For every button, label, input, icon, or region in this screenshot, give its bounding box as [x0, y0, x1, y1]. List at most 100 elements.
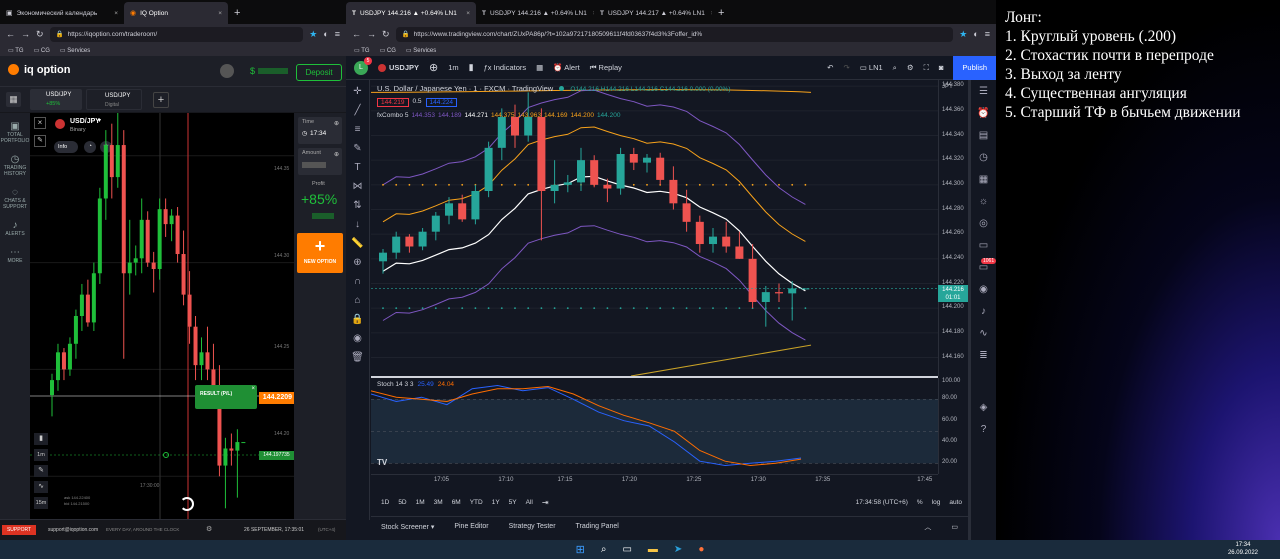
- gear-icon[interactable]: ⚙: [206, 525, 212, 533]
- telegram-icon[interactable]: ➤: [674, 544, 682, 555]
- strategy-tester-tab[interactable]: Strategy Tester: [509, 523, 556, 530]
- lock-drawings-icon[interactable]: ⌂: [346, 295, 369, 314]
- eye-icon[interactable]: ◉: [346, 333, 369, 352]
- avatar[interactable]: [220, 64, 234, 78]
- browser-tab-active[interactable]: T USDJPY 144.216 ▲ +0.64% LN1 ×: [346, 2, 476, 24]
- pulse-icon[interactable]: ∿: [971, 328, 996, 350]
- pattern-icon[interactable]: ⋈: [346, 181, 369, 200]
- grid-menu-icon[interactable]: ▦: [6, 92, 21, 107]
- log-scale-button[interactable]: log: [932, 499, 941, 506]
- amount-input[interactable]: Amount ⊕: [298, 148, 342, 175]
- indicators-button[interactable]: ∿: [34, 481, 48, 493]
- sidebar-item-history[interactable]: ◷ TRADING HISTORY: [0, 154, 30, 177]
- system-clock[interactable]: 17:34 26.09.2022: [1228, 541, 1258, 557]
- address-input[interactable]: 🔒 https://iqoption.com/traderoom/: [49, 26, 304, 42]
- bookmark-folder[interactable]: ▭ Services: [406, 47, 436, 54]
- back-icon[interactable]: ←: [6, 29, 15, 39]
- new-tab-button[interactable]: +: [712, 2, 730, 24]
- bookmark-folder[interactable]: ▭ Services: [60, 47, 90, 54]
- forward-icon[interactable]: →: [21, 29, 30, 39]
- ruler-icon[interactable]: 📏: [346, 238, 369, 257]
- stepper-icon[interactable]: ⊕: [334, 120, 339, 127]
- stock-screener-tab[interactable]: Stock Screener ▾: [381, 523, 434, 531]
- range-button[interactable]: 3M: [434, 499, 443, 506]
- firefox-icon[interactable]: ●: [698, 544, 704, 555]
- broadcast-icon[interactable]: ◉: [971, 284, 996, 306]
- chart-type-button[interactable]: ▮: [34, 433, 48, 445]
- sidebar-item-alerts[interactable]: ♪ ALERTS: [0, 220, 30, 237]
- compare-plus-icon[interactable]: ⊕: [429, 61, 438, 74]
- balance-value[interactable]: $: [250, 66, 255, 76]
- collapse-panel-icon[interactable]: ︿: [924, 522, 931, 532]
- auto-scale-button[interactable]: auto: [949, 499, 962, 506]
- alerts-icon[interactable]: ⏰: [971, 108, 996, 130]
- prediction-icon[interactable]: ⇅: [346, 200, 369, 219]
- publish-button[interactable]: Publish: [953, 55, 996, 80]
- bookmark-folder[interactable]: ▭ CG: [34, 47, 50, 54]
- stepper-icon[interactable]: ⊕: [334, 151, 339, 158]
- menu-icon[interactable]: ≡: [985, 29, 990, 39]
- close-icon[interactable]: ×: [460, 10, 470, 17]
- new-tab-button[interactable]: +: [228, 2, 246, 24]
- bid-box[interactable]: 144.219: [377, 98, 409, 107]
- gear-icon[interactable]: ⚙: [907, 63, 914, 72]
- stoch-axis[interactable]: 100.00 80.00 60.00 40.00 20.00: [938, 378, 968, 474]
- asset-tab-active[interactable]: USD/JPY +85%: [30, 89, 82, 110]
- extension-icon[interactable]: ◐: [973, 29, 978, 39]
- range-button[interactable]: YTD: [470, 499, 483, 506]
- new-option-button[interactable]: + NEW OPTION: [297, 233, 343, 273]
- sidebar-item-portfolio[interactable]: ▣ TOTAL PORTFOLIO: [0, 121, 30, 144]
- range-button[interactable]: All: [526, 499, 533, 506]
- bookmark-star-icon[interactable]: ★: [959, 29, 967, 40]
- draw-button[interactable]: ✎: [34, 465, 48, 477]
- asset-tab[interactable]: USD/JPY Digital: [86, 89, 142, 110]
- extension-icon[interactable]: ◐: [323, 29, 328, 39]
- indicators-button[interactable]: ƒx Indicators: [484, 63, 527, 72]
- fib-icon[interactable]: ≡: [346, 124, 369, 143]
- support-button[interactable]: SUPPORT: [2, 525, 36, 535]
- close-icon[interactable]: ×: [587, 10, 594, 17]
- interval-button[interactable]: 1m: [448, 63, 458, 72]
- tv-stoch-pane[interactable]: Stoch 14 3 3 25.49 24.04 TV: [371, 378, 938, 474]
- trading-panel-tab[interactable]: Trading Panel: [576, 523, 619, 530]
- add-asset-button[interactable]: +: [153, 92, 169, 108]
- price-axis[interactable]: JPY 144.380 144.360 144.340 144.320 144.300 1…: [938, 80, 968, 376]
- bookmark-star-icon[interactable]: ★: [309, 29, 317, 40]
- dom-icon[interactable]: ≣: [971, 350, 996, 372]
- pine-editor-tab[interactable]: Pine Editor: [454, 523, 488, 530]
- address-input[interactable]: 🔒 https://www.tradingview.com/chart/ZUxPA…: [395, 26, 954, 42]
- alert-button[interactable]: ⏰ Alert: [553, 63, 579, 72]
- windows-start-icon[interactable]: ⊞: [576, 543, 585, 556]
- range-button[interactable]: 1Y: [492, 499, 500, 506]
- trash-icon[interactable]: 🗑: [346, 352, 369, 371]
- bookmark-folder[interactable]: ▭ TG: [354, 47, 370, 54]
- reload-icon[interactable]: ↻: [382, 29, 390, 40]
- notifications-icon[interactable]: ♪: [971, 306, 996, 328]
- time-axis[interactable]: 17:05 17:10 17:15 17:20 17:25 17:30 17:35 17:45: [371, 474, 938, 486]
- replay-button[interactable]: ⏮ Replay: [590, 63, 622, 73]
- redo-icon[interactable]: ↷: [843, 63, 849, 72]
- browser-tab[interactable]: TUSDJPY 144.217 ▲ +0.64% LN1×: [594, 2, 712, 24]
- bookmark-folder[interactable]: ▭ CG: [380, 47, 396, 54]
- calendar-icon[interactable]: ▦: [971, 174, 996, 196]
- range-button[interactable]: 5D: [398, 499, 406, 506]
- deposit-button[interactable]: Deposit: [296, 64, 342, 81]
- search-icon[interactable]: ⌕: [893, 63, 897, 73]
- support-email[interactable]: support@iqoption.com: [48, 527, 98, 533]
- hotlist-icon[interactable]: ◷: [971, 152, 996, 174]
- time-selector[interactable]: Time ◷ 17:34 ⊕: [298, 117, 342, 144]
- watchlist-icon[interactable]: ☰: [971, 86, 996, 108]
- tv-chart-pane[interactable]: U.S. Dollar / Japanese Yen · 1 · FXCM · …: [371, 80, 938, 376]
- trendline-icon[interactable]: ╱: [346, 105, 369, 124]
- back-icon[interactable]: ←: [352, 29, 361, 39]
- close-icon[interactable]: ×: [212, 10, 222, 17]
- bar-style-icon[interactable]: ▮: [469, 62, 474, 73]
- task-view-icon[interactable]: ▭: [622, 544, 631, 555]
- ask-box[interactable]: 144.224: [425, 98, 458, 107]
- range-button[interactable]: 1D: [381, 499, 389, 506]
- menu-icon[interactable]: ≡: [335, 29, 340, 39]
- brush-icon[interactable]: ✎: [346, 143, 369, 162]
- reload-icon[interactable]: ↻: [36, 29, 44, 40]
- templates-icon[interactable]: ▦: [536, 63, 543, 72]
- zoom-icon[interactable]: ⊕: [346, 257, 369, 276]
